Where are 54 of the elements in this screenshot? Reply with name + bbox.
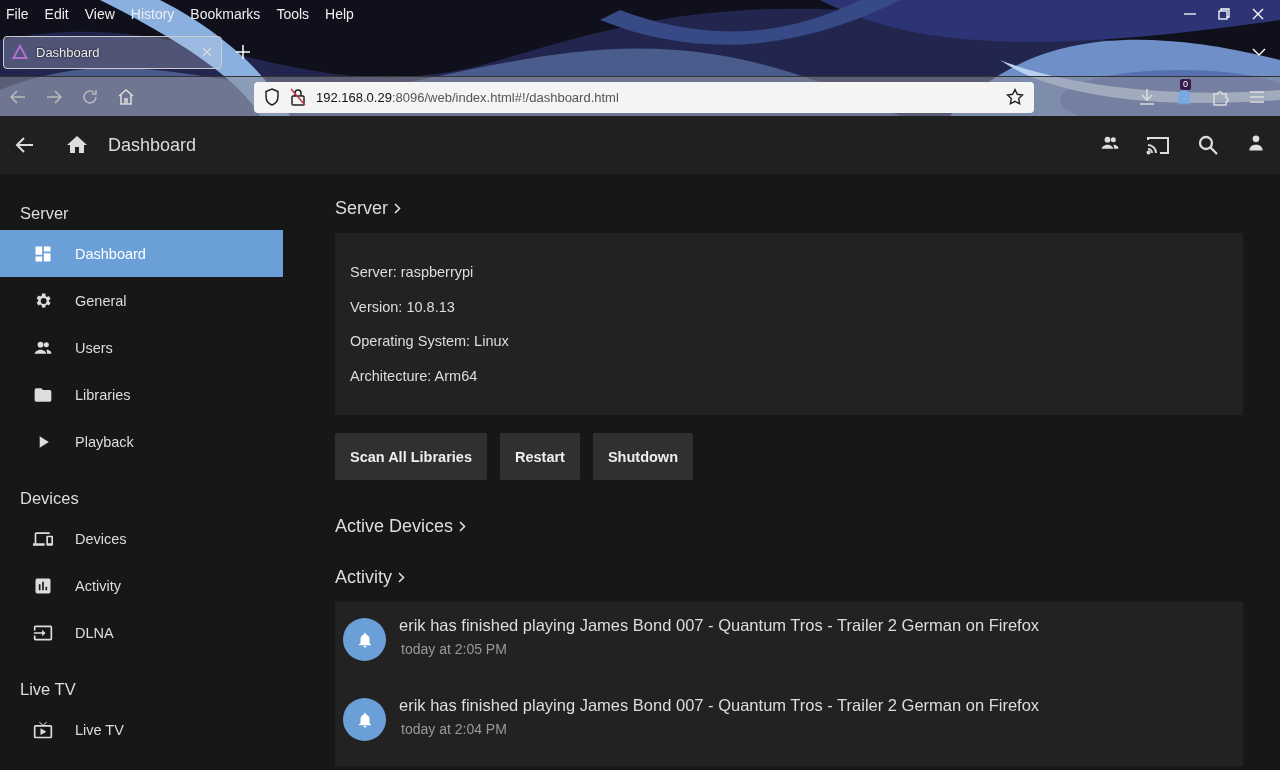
back-icon[interactable] [15,135,35,155]
activity-text: erik has finished playing James Bond 007 - Quantum Tros - Trailer 2 German on Firefox [399,696,1040,715]
info-line: Operating System: Linux [350,332,510,351]
sidebar-section-title: Server [19,203,70,224]
sidebar-item[interactable]: Playback [0,418,283,465]
menu-item[interactable]: Edit [44,6,77,22]
sidebar-item[interactable]: Libraries [0,371,283,418]
action-button[interactable]: Restart [499,433,580,480]
section-link[interactable]: Active Devices [335,516,454,537]
menu-item[interactable]: Bookmarks [190,6,269,22]
chevron-right-icon[interactable] [394,203,401,214]
restore-icon[interactable] [1218,8,1230,20]
action-button[interactable]: Shutdown [592,433,693,480]
activity-text: erik has finished playing James Bond 007 - Quantum Tros - Trailer 2 German on Firefox [399,616,1040,635]
download-icon[interactable] [1138,88,1156,106]
plus-icon[interactable] [236,45,250,59]
bell-icon [343,698,386,741]
sidebar-section-title: Live TV [19,679,77,700]
info-line: Architecture: Arm64 [350,366,479,386]
user-icon[interactable] [1246,133,1266,153]
section-link[interactable]: Server [335,198,388,219]
sidebar-item[interactable]: Users [0,324,283,371]
menu-icon[interactable] [1248,88,1266,106]
sidebar-item[interactable]: Activity [0,562,283,609]
sidebar-section-title: Devices [19,488,80,509]
shield-icon [264,88,280,106]
search-icon[interactable] [1196,133,1220,157]
sidebar-item[interactable]: General [0,277,283,324]
bell-icon [343,618,386,661]
info-line: Version: 10.8.13 [350,297,456,317]
menu-item[interactable]: Tools [276,6,318,22]
triangle-logo-icon [12,44,28,60]
action-button[interactable]: Scan All Libraries [335,433,487,480]
count-badge: 0 [1180,79,1191,90]
chevron-down-icon[interactable] [1252,47,1266,57]
activity-time: today at 2:04 PM [401,721,507,737]
puzzle-icon[interactable] [1212,88,1230,106]
sidebar-item[interactable]: Devices [0,515,283,562]
menu-item[interactable]: Help [325,6,362,22]
crossed-lock-icon [290,88,306,106]
menu-item[interactable]: View [84,6,123,22]
menu-item[interactable]: File [6,6,37,22]
chevron-right-icon[interactable] [398,572,405,583]
section-link[interactable]: Activity [335,567,392,588]
sidebar-item[interactable]: DLNA [0,609,283,656]
star-icon[interactable] [1006,88,1024,106]
activity-time: today at 2:05 PM [401,641,507,657]
address-field[interactable]: 192.168.0.29:8096/web/index.html#!/dashboard.html [254,81,1034,113]
page-title: Dashboard [108,134,197,156]
browser-tab[interactable]: Dashboard [3,35,222,69]
sidebar-item[interactable]: Live TV [0,706,283,753]
chevron-right-icon[interactable] [459,521,467,532]
tv-icon [33,719,53,740]
info-line: Server: raspberrypi [350,263,475,282]
